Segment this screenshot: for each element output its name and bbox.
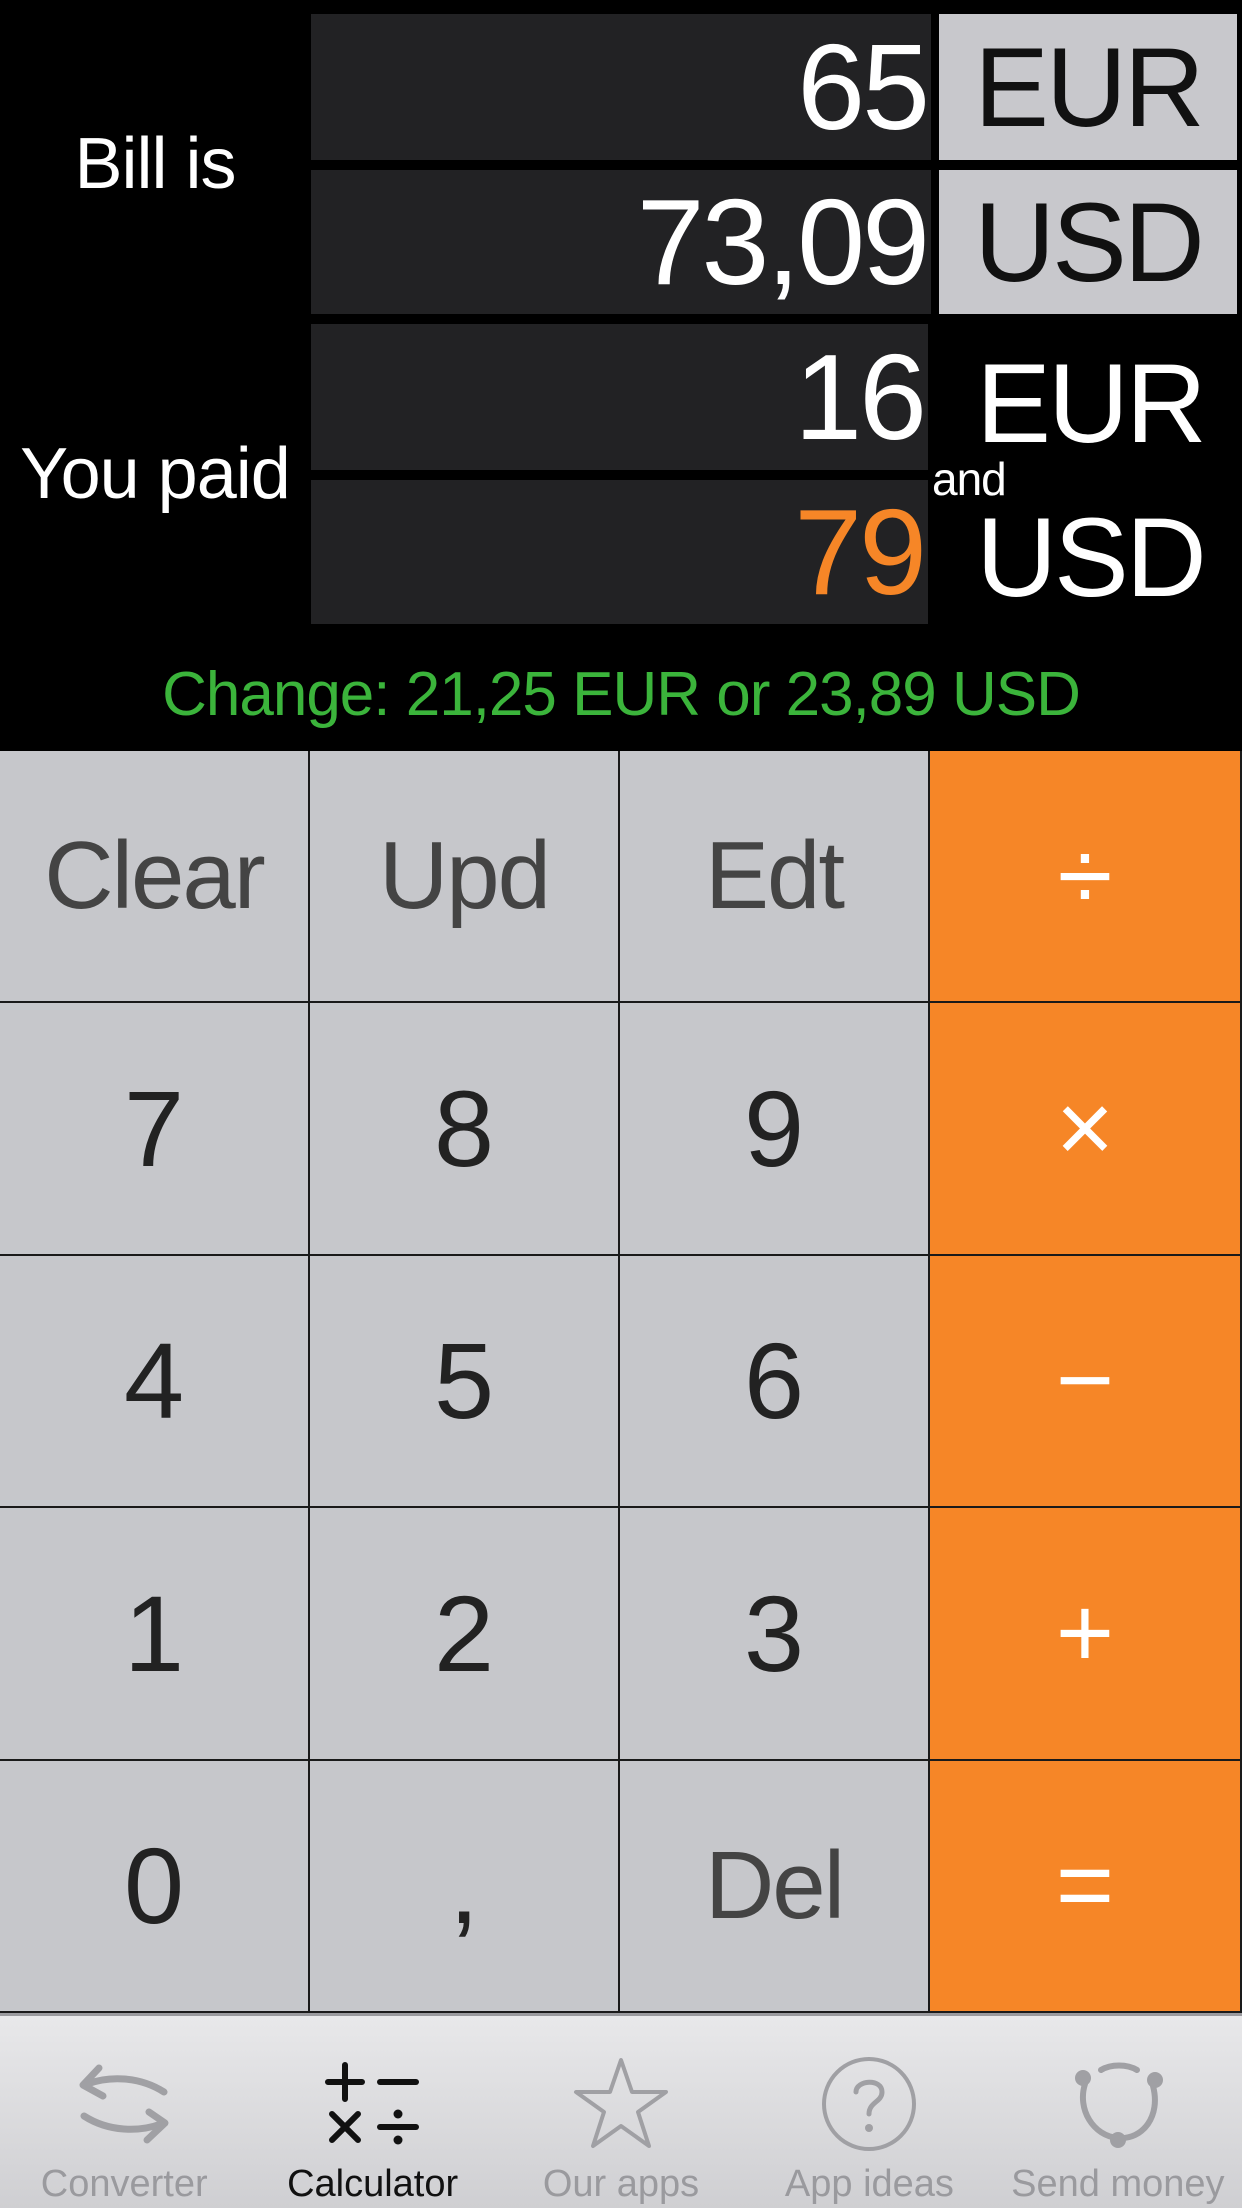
app-screen: Bill is You paid 65 EUR 73,09 USD 16 EUR… (0, 0, 1242, 2208)
digit-6-button[interactable]: 6 (620, 1255, 930, 1509)
bill-usd-currency-button[interactable]: USD (939, 170, 1237, 314)
digit-7-button[interactable]: 7 (0, 1003, 310, 1256)
edit-button[interactable]: Edt (620, 751, 930, 1004)
tab-converter-label: Converter (40, 2163, 208, 2205)
bill-eur-amount-field[interactable]: 65 (311, 14, 931, 160)
change-result-text: Change: 21,25 EUR or 23,89 USD (162, 659, 1081, 729)
paid-usd-currency-button[interactable]: USD (950, 484, 1230, 630)
digit-5-button[interactable]: 5 (310, 1255, 620, 1509)
converter-arrows-icon (64, 2049, 184, 2159)
digit-2-button[interactable]: 2 (310, 1508, 620, 1761)
bill-usd-amount-field[interactable]: 73,09 (311, 170, 931, 314)
digit-3-button[interactable]: 3 (620, 1508, 930, 1761)
digit-4-button[interactable]: 4 (0, 1255, 310, 1509)
star-icon (561, 2049, 681, 2159)
clear-button[interactable]: Clear (0, 751, 310, 1004)
digit-9-button[interactable]: 9 (620, 1003, 930, 1256)
multiply-button[interactable]: × (930, 1003, 1242, 1256)
equals-button[interactable]: = (930, 1760, 1242, 2013)
bill-label: Bill is (74, 124, 236, 204)
send-money-icon (1058, 2049, 1178, 2159)
update-button[interactable]: Upd (310, 751, 620, 1004)
digit-0-button[interactable]: 0 (0, 1760, 310, 2013)
plus-button[interactable]: + (930, 1508, 1242, 1761)
tab-calculator-label: Calculator (287, 2163, 459, 2205)
minus-button[interactable]: − (930, 1255, 1242, 1509)
divide-button[interactable]: ÷ (930, 751, 1242, 1004)
tab-send-money[interactable]: Send money (994, 2016, 1242, 2208)
tab-send-money-label: Send money (1011, 2163, 1225, 2205)
delete-button[interactable]: Del (620, 1760, 930, 2013)
keypad: Clear Upd Edt ÷ 7 8 9 × 4 5 6 − 1 2 3 + … (0, 751, 1242, 2013)
digit-1-button[interactable]: 1 (0, 1508, 310, 1761)
digit-8-button[interactable]: 8 (310, 1003, 620, 1256)
tab-bar: Converter Calculator Our apps App ideas … (0, 2013, 1242, 2208)
question-circle-icon (809, 2049, 929, 2159)
tab-app-ideas[interactable]: App ideas (745, 2016, 993, 2208)
comma-button[interactable]: , (310, 1760, 620, 2013)
paid-usd-amount-field[interactable]: 79 (311, 480, 928, 624)
calculator-operators-icon (313, 2049, 433, 2159)
tab-calculator[interactable]: Calculator (248, 2016, 496, 2208)
tab-app-ideas-label: App ideas (784, 2163, 954, 2205)
paid-eur-amount-field[interactable]: 16 (311, 324, 928, 470)
tab-converter[interactable]: Converter (0, 2016, 248, 2208)
tab-our-apps-label: Our apps (542, 2163, 700, 2205)
paid-label: You paid (20, 434, 291, 514)
tab-our-apps[interactable]: Our apps (497, 2016, 745, 2208)
bill-eur-currency-button[interactable]: EUR (939, 14, 1237, 160)
